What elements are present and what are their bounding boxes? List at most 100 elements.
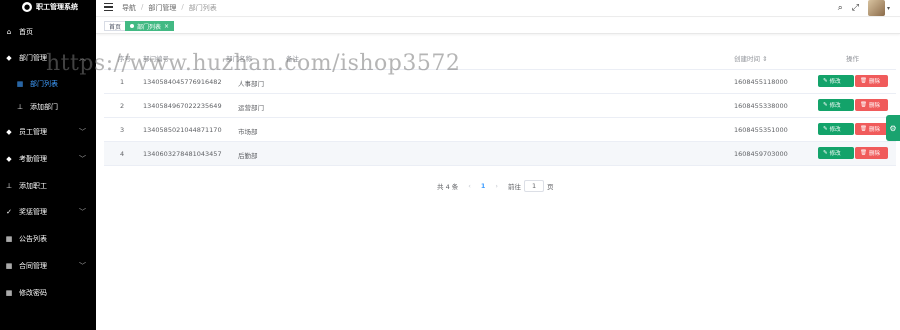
top-header: 导航 / 部门管理 / 部门列表 ⌕ ⤢ ▾ (96, 0, 900, 17)
pagination-total: 共 4 条 (437, 183, 459, 191)
next-page-icon[interactable]: › (495, 182, 498, 190)
user-icon: ◆ (6, 54, 12, 62)
cell-id: 1340584967022235649 (143, 102, 222, 110)
tag-dept-list[interactable]: 部门列表 × (125, 21, 175, 31)
edit-icon: ✎ (823, 78, 828, 84)
delete-label: 删除 (868, 103, 880, 109)
column-header-created[interactable]: 创建时间 ⇕ (734, 53, 768, 63)
edit-icon: ✎ (823, 126, 828, 132)
edit-label: 修改 (829, 127, 841, 133)
delete-button[interactable]: 🗑 删除 (855, 75, 888, 87)
sidebar-item-label: 考勤管理 (19, 155, 47, 163)
sidebar-item-label: 奖惩管理 (19, 208, 47, 216)
table-row: 3 1340585021044871170 市场部 1608455351000 … (104, 118, 896, 142)
goto-suffix: 页 (547, 183, 554, 191)
delete-label: 删除 (868, 127, 880, 133)
sidebar-item-add-dept[interactable]: ⊥ 添加部门 (0, 97, 96, 117)
column-header: 部门编号 (143, 55, 169, 63)
cell-index: 3 (120, 126, 125, 134)
chevron-up-icon: ︿ (79, 54, 86, 62)
sidebar-item-notices[interactable]: ▦ 公告列表 (0, 229, 96, 249)
caret-down-icon[interactable]: ▾ (887, 5, 890, 12)
hamburger-icon[interactable] (104, 3, 113, 11)
edit-icon: ✎ (823, 150, 828, 156)
cell-name: 市场部 (238, 128, 258, 136)
edit-icon: ✎ (823, 102, 828, 108)
breadcrumb-separator: / (141, 3, 144, 11)
active-dot-icon (130, 24, 134, 28)
sidebar-item-label: 部门列表 (30, 80, 58, 88)
edit-button[interactable]: ✎ 修改 (818, 75, 854, 87)
logo: ● 职工管理系统 (0, 0, 96, 14)
delete-button[interactable]: 🗑 删除 (855, 123, 888, 135)
delete-button[interactable]: 🗑 删除 (855, 147, 888, 159)
close-icon[interactable]: × (164, 23, 169, 30)
sidebar-item-label: 部门管理 (19, 54, 47, 62)
delete-button[interactable]: 🗑 删除 (855, 99, 888, 111)
trash-icon: 🗑 (860, 126, 867, 132)
sidebar-item-dept-list[interactable]: ▦ 部门列表 (0, 74, 96, 94)
edit-button[interactable]: ✎ 修改 (818, 147, 854, 159)
cell-name: 运营部门 (238, 104, 264, 112)
sidebar-item-dept-management[interactable]: ◆ 部门管理 ︿ (0, 48, 96, 68)
edit-button[interactable]: ✎ 修改 (818, 99, 854, 111)
tree-icon: ⊥ (5, 182, 13, 190)
grid-icon: ▦ (5, 289, 13, 297)
tree-icon: ⊥ (16, 103, 24, 111)
sidebar-item-rewards[interactable]: ✓ 奖惩管理 ﹀ (0, 202, 96, 222)
cell-created: 1608455351000 (734, 126, 788, 134)
search-icon[interactable]: ⌕ (838, 3, 843, 13)
breadcrumb: 导航 / 部门管理 / 部门列表 (122, 3, 217, 13)
breadcrumb-item[interactable]: 导航 (122, 3, 136, 13)
header-actions: ⌕ ⤢ ▾ (838, 0, 890, 16)
cell-name: 后勤部 (238, 152, 258, 160)
cell-index: 2 (120, 102, 125, 110)
sidebar-item-change-password[interactable]: ▦ 修改密码 (0, 283, 96, 303)
sidebar-item-contracts[interactable]: ▦ 合同管理 ﹀ (0, 256, 96, 276)
tag-label: 部门列表 (137, 23, 162, 31)
prev-page-icon[interactable]: ‹ (468, 182, 471, 190)
cell-index: 1 (120, 78, 125, 86)
sidebar-item-label: 公告列表 (19, 235, 47, 243)
app-title: 职工管理系统 (36, 3, 78, 11)
tag-home[interactable]: 首页 (104, 21, 127, 31)
settings-float-button[interactable]: ⚙ (886, 115, 900, 141)
table-row: 1 1340584045776916482 人事部门 1608455118000… (104, 70, 896, 94)
cell-name: 人事部门 (238, 80, 264, 88)
sidebar-item-attendance[interactable]: ◆ 考勤管理 ﹀ (0, 149, 96, 169)
page-jump-input[interactable]: 1 (524, 180, 545, 192)
sidebar-item-employee-management[interactable]: ◆ 员工管理 ﹀ (0, 122, 96, 142)
tags-view: 首页 部门列表 × (96, 18, 900, 34)
column-header: 备注 (286, 55, 299, 63)
sidebar-item-label: 员工管理 (19, 128, 47, 136)
sort-icon[interactable]: ⇕ (762, 55, 767, 63)
fullscreen-icon[interactable]: ⤢ (852, 3, 859, 13)
edit-button[interactable]: ✎ 修改 (818, 123, 854, 135)
settings-icon: ⚙ (889, 123, 897, 133)
table-header: 序号 部门编号 部门名称 备注 创建时间 ⇕ 操作 (104, 45, 896, 70)
check-icon: ✓ (6, 208, 12, 216)
home-icon: ⌂ (6, 28, 12, 36)
person-icon: ◆ (6, 155, 12, 163)
page-number[interactable]: 1 (481, 182, 486, 190)
cell-created: 1608459703000 (734, 150, 788, 158)
avatar[interactable] (867, 0, 885, 16)
sidebar-item-home[interactable]: ⌂ 首页 (0, 22, 96, 42)
edit-label: 修改 (829, 151, 841, 157)
breadcrumb-item[interactable]: 部门管理 (148, 3, 176, 13)
pagination: 共 4 条 ‹ 1 › 前往 1 页 (437, 180, 554, 192)
delete-label: 删除 (868, 151, 880, 157)
chevron-down-icon: ﹀ (79, 208, 86, 216)
trash-icon: 🗑 (860, 102, 867, 108)
table-row: 2 1340584967022235649 运营部门 1608455338000… (104, 94, 896, 118)
column-header: 操作 (846, 55, 859, 63)
goto-prefix: 前往 (508, 183, 522, 191)
sidebar-item-add-employee[interactable]: ⊥ 添加职工 (0, 176, 96, 196)
trash-icon: 🗑 (860, 150, 867, 156)
edit-label: 修改 (829, 79, 841, 85)
person-icon: ◆ (6, 128, 12, 136)
column-header-label: 创建时间 (734, 55, 760, 63)
breadcrumb-current: 部门列表 (188, 4, 217, 12)
list-icon: ▦ (16, 80, 24, 88)
dept-table: 序号 部门编号 部门名称 备注 创建时间 ⇕ 操作 1 134058404577… (104, 45, 896, 166)
